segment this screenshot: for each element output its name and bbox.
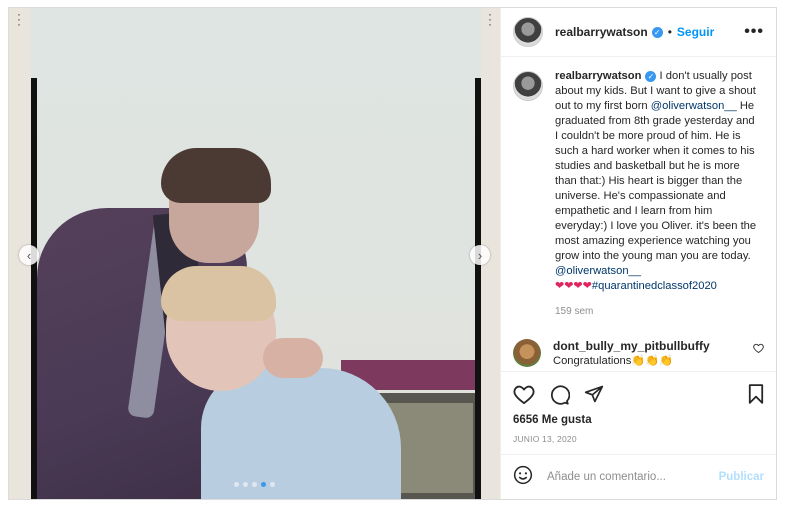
publish-button[interactable]: Publicar [719, 471, 764, 483]
caption: realbarrywatson ✓ I don't usually post ab… [513, 69, 764, 319]
more-options-icon[interactable]: ••• [744, 23, 764, 41]
chevron-right-icon: › [477, 247, 483, 263]
post-sidebar: realbarrywatson ✓ • Seguir ••• realbarry… [500, 8, 776, 499]
photo-boy-hair [161, 266, 276, 321]
avatar[interactable] [513, 17, 543, 47]
action-icons [513, 378, 764, 410]
add-comment-bar: Publicar [501, 454, 776, 499]
mention-link-2[interactable]: @oliverwatson__ [555, 265, 641, 277]
like-heart-icon[interactable] [513, 384, 535, 404]
chevron-left-icon: ‹ [26, 247, 32, 263]
caption-body: realbarrywatson ✓ I don't usually post ab… [555, 69, 760, 319]
caption-text-2: He graduated from 8th grade yesterday an… [555, 100, 757, 262]
carousel-dot [243, 482, 248, 487]
comment-input[interactable] [545, 470, 719, 484]
carousel-indicator [9, 482, 500, 487]
carousel-next-button[interactable]: › [470, 245, 490, 265]
comment-body: dont_bully_my_pitbullbuffy Congratulatio… [553, 339, 753, 369]
post-header: realbarrywatson ✓ • Seguir ••• [501, 8, 776, 57]
header-separator: • [667, 25, 672, 39]
commenter-username[interactable]: dont_bully_my_pitbullbuffy [553, 339, 753, 354]
post-media: · · · · · · ‹ › [9, 8, 500, 499]
post-actions: 6656 Me gusta JUNIO 13, 2020 [501, 371, 776, 454]
follow-button[interactable]: Seguir [677, 25, 714, 39]
film-dots-left: · · · [17, 8, 21, 31]
save-bookmark-icon[interactable] [748, 384, 764, 404]
verified-badge-icon: ✓ [645, 71, 657, 82]
caption-username[interactable]: realbarrywatson [555, 70, 641, 82]
mention-link[interactable]: @oliverwatson__ [651, 100, 737, 112]
carousel-dot [252, 482, 257, 487]
emoji-smiley-icon[interactable] [513, 465, 533, 490]
instagram-post: · · · · · · ‹ › realbarrywatson ✓ • Seguir •… [8, 7, 777, 500]
hashtag-link[interactable]: #quarantinedclassof2020 [592, 280, 717, 292]
comments-section: realbarrywatson ✓ I don't usually post ab… [501, 57, 776, 371]
carousel-dot [234, 482, 239, 487]
post-date[interactable]: JUNIO 13, 2020 [513, 434, 764, 444]
share-paper-plane-icon[interactable] [584, 384, 604, 404]
photo-hand [263, 338, 323, 378]
commenter-avatar[interactable] [513, 339, 541, 367]
like-comment-heart-icon[interactable] [753, 343, 764, 356]
likes-count[interactable]: 6656 Me gusta [513, 414, 764, 426]
caption-avatar[interactable] [513, 71, 543, 101]
film-dots-right: · · · [488, 8, 492, 31]
comment-text: Congratulations👏👏👏 [553, 355, 674, 367]
verified-badge-icon: ✓ [651, 26, 663, 38]
film-border-right [475, 78, 481, 499]
header-username[interactable]: realbarrywatson [555, 25, 648, 39]
carousel-dot [270, 482, 275, 487]
carousel-dot [261, 482, 266, 487]
comment-item: dont_bully_my_pitbullbuffy Congratulatio… [513, 339, 764, 369]
caption-age[interactable]: 159 sem [555, 304, 760, 319]
carousel-prev-button[interactable]: ‹ [19, 245, 39, 265]
film-border-left [31, 78, 37, 499]
post-photo [31, 8, 481, 499]
photo-man-hair [161, 148, 271, 203]
red-hearts-icon: ❤❤❤❤ [555, 280, 592, 292]
comment-bubble-icon[interactable] [549, 384, 570, 405]
